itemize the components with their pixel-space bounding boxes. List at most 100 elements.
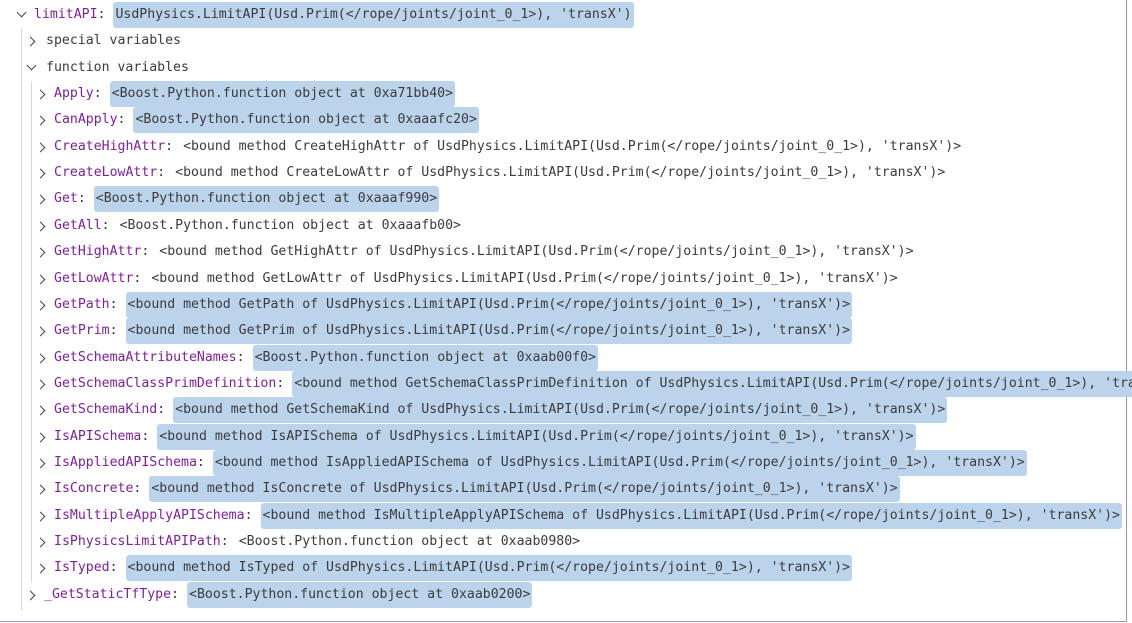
chevron-right-icon[interactable]	[34, 555, 50, 581]
indent-guide	[31, 81, 32, 583]
separator: :	[141, 428, 150, 444]
tree-row-createlowattr[interactable]: CreateLowAttr: <bound method CreateLowAtt…	[34, 160, 947, 186]
tree-row-gethighattr[interactable]: GetHighAttr: <bound method GetHighAttr of…	[34, 239, 916, 265]
group-label: function variables	[46, 59, 189, 75]
separator: :	[236, 349, 245, 365]
tree-row-get[interactable]: Get: <Boost.Python.function object at 0xa…	[34, 186, 440, 213]
tree-row-ismultipleapplyapischema[interactable]: IsMultipleApplyAPISchema: <bound method I…	[34, 502, 1122, 529]
separator: :	[93, 86, 102, 102]
variable-value: <Boost.Python.function object at 0xaab02…	[187, 581, 533, 608]
variable-name: GetSchemaClassPrimDefinition	[54, 375, 277, 391]
variable-name: GetHighAttr	[54, 244, 142, 260]
chevron-right-icon[interactable]	[34, 424, 50, 450]
chevron-right-icon[interactable]	[34, 81, 50, 107]
tree-row-isapischema[interactable]: IsAPISchema: <bound method IsAPISchema of…	[34, 423, 916, 450]
tree-row-getlowattr[interactable]: GetLowAttr: <bound method GetLowAttr of U…	[34, 266, 900, 292]
variable-value: <bound method IsMultipleApplyAPISchema o…	[260, 502, 1122, 529]
variable-value: <bound method GetPrim of UsdPhysics.Limi…	[125, 318, 853, 345]
chevron-right-icon[interactable]	[34, 160, 50, 186]
variable-value: <bound method IsAPISchema of UsdPhysics.…	[157, 423, 916, 450]
tree-row-istyped[interactable]: IsTyped: <bound method IsTyped of UsdPhys…	[34, 555, 853, 582]
chevron-right-icon[interactable]	[34, 450, 50, 476]
separator: :	[101, 217, 110, 233]
chevron-down-icon[interactable]	[14, 2, 30, 28]
tree-row-getstatictftype[interactable]: _GetStaticTfType: <Boost.Python.function …	[24, 581, 533, 608]
tree-row-getschemaattributenames[interactable]: GetSchemaAttributeNames: <Boost.Python.fu…	[34, 344, 598, 371]
tree-row-special-variables[interactable]: special variables	[24, 28, 183, 54]
tree-row-getschemaclassprimdefinition[interactable]: GetSchemaClassPrimDefinition: <bound meth…	[34, 370, 1132, 397]
indent-guide	[21, 28, 22, 610]
separator: :	[109, 296, 118, 312]
variable-name: GetSchemaKind	[54, 402, 158, 418]
variable-name: GetPath	[54, 296, 110, 312]
separator: :	[157, 165, 166, 181]
tree-row-isappliedapischema[interactable]: IsAppliedAPISchema: <bound method IsAppli…	[34, 449, 1027, 476]
variable-name: CreateHighAttr	[54, 138, 166, 154]
variable-value: <bound method GetSchemaClassPrimDefiniti…	[292, 370, 1132, 397]
variable-value: <Boost.Python.function object at 0xaab00…	[252, 344, 598, 371]
variable-name: IsMultipleApplyAPISchema	[54, 507, 245, 523]
separator: :	[196, 454, 205, 470]
variable-value: <Boost.Python.function object at 0xa71bb…	[109, 81, 456, 108]
tree-row-getpath[interactable]: GetPath: <bound method GetPath of UsdPhys…	[34, 291, 853, 318]
tree-row-canapply[interactable]: CanApply: <Boost.Python.function object a…	[34, 107, 479, 134]
separator: :	[220, 534, 229, 549]
chevron-right-icon[interactable]	[34, 529, 50, 555]
separator: :	[244, 507, 253, 523]
chevron-right-icon[interactable]	[34, 134, 50, 160]
chevron-right-icon[interactable]	[34, 371, 50, 397]
tree-row-function-variables[interactable]: function variables	[24, 55, 191, 81]
chevron-right-icon[interactable]	[34, 292, 50, 318]
separator: :	[276, 375, 285, 391]
chevron-right-icon[interactable]	[34, 107, 50, 133]
variable-value: <Boost.Python.function object at 0xaaafb…	[119, 217, 461, 233]
tree-row-apply[interactable]: Apply: <Boost.Python.function object at 0…	[34, 81, 456, 108]
chevron-right-icon[interactable]	[34, 397, 50, 423]
variable-name: CreateLowAttr	[54, 165, 158, 181]
variable-value: <bound method CreateHighAttr of UsdPhysi…	[183, 138, 962, 154]
tree-row-getprim[interactable]: GetPrim: <bound method GetPrim of UsdPhys…	[34, 318, 853, 345]
tree-row-root[interactable]: limitAPI: UsdPhysics.LimitAPI(Usd.Prim(</…	[14, 2, 634, 28]
variable-name: limitAPI	[34, 7, 98, 22]
separator: :	[97, 7, 106, 22]
variable-name: GetAll	[54, 217, 102, 233]
variable-value: UsdPhysics.LimitAPI(Usd.Prim(</rope/join…	[113, 2, 634, 28]
chevron-right-icon[interactable]	[34, 345, 50, 371]
variable-value: <bound method GetLowAttr of UsdPhysics.L…	[151, 270, 898, 286]
separator: :	[133, 481, 142, 497]
variable-name: IsConcrete	[54, 481, 134, 497]
variable-value: <Boost.Python.function object at 0xaaaf9…	[93, 186, 440, 213]
separator: :	[77, 191, 86, 207]
variable-name: IsTyped	[54, 560, 110, 576]
tree-row-createhighattr[interactable]: CreateHighAttr: <bound method CreateHighA…	[34, 134, 963, 160]
chevron-right-icon[interactable]	[34, 266, 50, 292]
separator: :	[109, 323, 118, 339]
separator: :	[133, 270, 142, 286]
variable-name: GetPrim	[54, 323, 110, 339]
separator: :	[171, 586, 179, 602]
variable-value: <bound method GetSchemaKind of UsdPhysic…	[173, 397, 948, 424]
group-label: special variables	[46, 33, 181, 49]
chevron-right-icon[interactable]	[24, 28, 40, 54]
chevron-right-icon[interactable]	[34, 239, 50, 265]
tree-row-isconcrete[interactable]: IsConcrete: <bound method IsConcrete of U…	[34, 476, 900, 503]
variable-name: GetLowAttr	[54, 270, 134, 286]
variable-value: <bound method IsConcrete of UsdPhysics.L…	[149, 476, 900, 503]
variable-name: IsPhysicsLimitAPIPath	[54, 534, 221, 549]
variable-value: <Boost.Python.function object at 0xaaafc…	[133, 107, 479, 134]
chevron-right-icon[interactable]	[34, 186, 50, 212]
variable-name: Get	[54, 191, 78, 207]
chevron-right-icon[interactable]	[34, 318, 50, 344]
chevron-right-icon[interactable]	[34, 213, 50, 239]
tree-row-getschemakind[interactable]: GetSchemaKind: <bound method GetSchemaKin…	[34, 397, 948, 424]
variable-name: _GetStaticTfType	[44, 586, 172, 602]
tree-row-getall[interactable]: GetAll: <Boost.Python.function object at …	[34, 213, 463, 239]
chevron-down-icon[interactable]	[24, 55, 40, 81]
variable-value: <bound method IsAppliedAPISchema of UsdP…	[212, 449, 1027, 476]
tree-row-isphysicslimitapipath[interactable]: IsPhysicsLimitAPIPath: <Boost.Python.func…	[34, 529, 582, 555]
chevron-right-icon[interactable]	[34, 503, 50, 529]
separator: :	[157, 402, 166, 418]
chevron-right-icon[interactable]	[24, 582, 40, 608]
variable-value: <bound method GetPath of UsdPhysics.Limi…	[125, 291, 853, 318]
chevron-right-icon[interactable]	[34, 476, 50, 502]
